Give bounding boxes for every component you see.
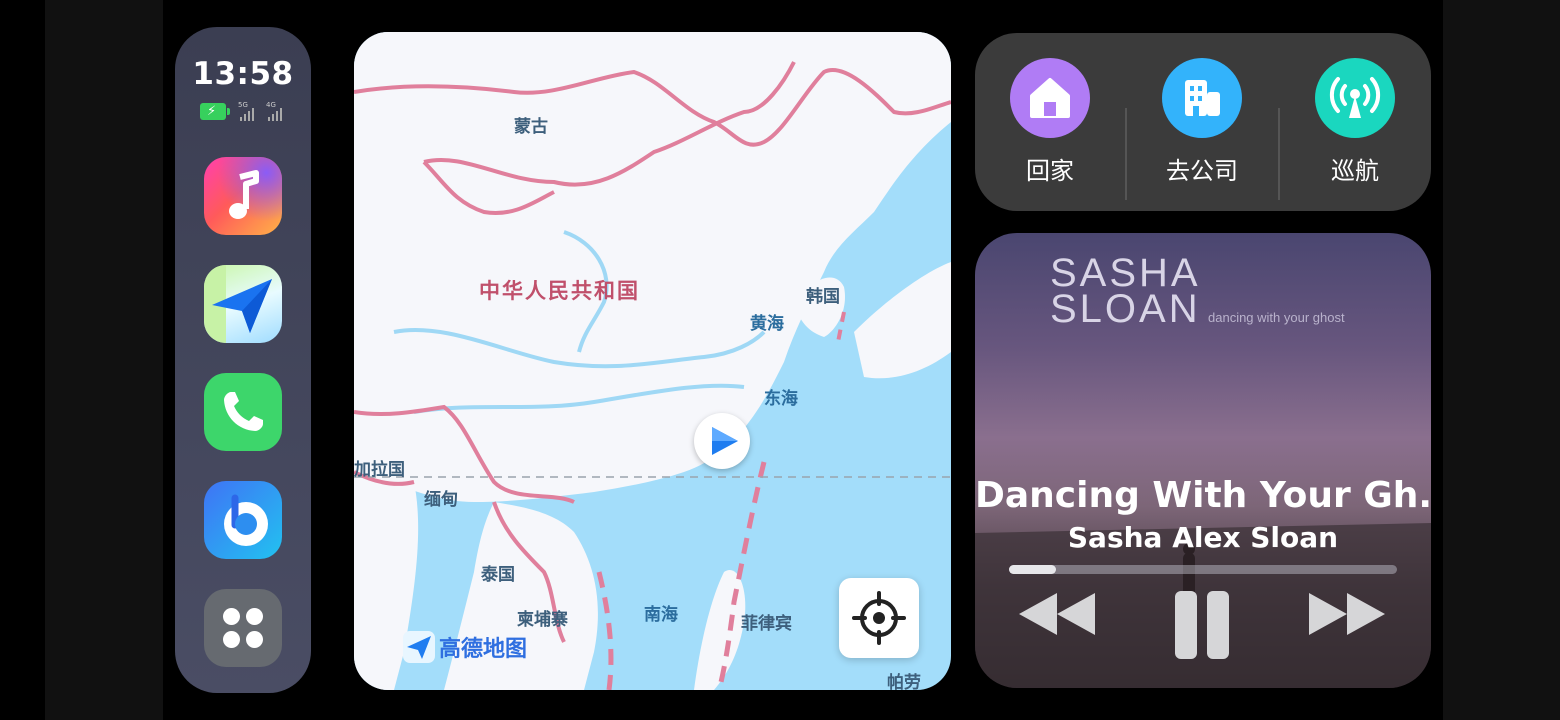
album-art-title-line-2: SLOAN [1050,287,1201,331]
rewind-icon [1019,593,1095,635]
fast-forward-button[interactable] [1307,589,1387,643]
go-home-label: 回家 [1026,157,1074,185]
map-label-korea: 韩国 [806,287,840,307]
all-apps-button[interactable] [204,589,282,667]
go-to-office-label: 去公司 [1166,157,1238,185]
map-label-philippines: 菲律宾 [741,614,792,634]
map-label-thailand: 泰国 [481,565,515,585]
album-art-title-line-1: SASHA [1050,251,1201,295]
map-label-east-sea: 东海 [764,389,798,409]
rewind-button[interactable] [1017,589,1097,643]
pause-icon [1175,591,1229,659]
artist-name: Sasha Alex Sloan [1067,521,1339,554]
crosshair-locate-icon [852,591,906,645]
amap-logo-icon [403,631,435,663]
clock: 13:58 [192,56,294,92]
left-margin [45,0,163,720]
amap-logo-text: 高德地图 [439,637,528,662]
album-art-subtitle: dancing with your ghost [1208,310,1345,325]
map-label-mongolia: 蒙古 [514,117,548,137]
map-label-cambodia: 柬埔寨 [517,610,568,630]
broadcast-tower-icon [1315,58,1395,138]
map-label-palau: 帕劳 [887,673,921,690]
right-margin [1443,0,1560,720]
phone-handset-icon [224,392,263,431]
map-label-china: 中华人民共和国 [479,279,640,303]
cruise-label: 巡航 [1331,157,1379,185]
map-label-myanmar: 缅甸 [424,490,458,510]
pause-button[interactable] [1173,589,1233,665]
music-note-icon [229,170,259,219]
signal-4g-icon: 4G [266,101,288,121]
playback-progress-bar[interactable] [1009,565,1397,574]
signal-5g-icon: 5G [238,101,260,121]
navigation-arrow-icon [694,413,750,469]
map-label-bangladesh: 加拉国 [354,460,405,480]
battery-charging-icon: ⚡ [200,103,230,120]
shortcut-divider [1278,108,1280,200]
music-app-button[interactable] [204,157,282,235]
phone-app-button[interactable] [204,373,282,451]
now-playing-card[interactable]: SASHA SLOAN dancing with your ghost Danc… [975,233,1431,688]
assistant-app-button[interactable] [204,481,282,559]
locate-me-button[interactable] [839,578,919,658]
navigation-app-button[interactable] [204,265,282,343]
shortcut-divider [1125,108,1127,200]
playback-progress-fill [1009,565,1056,574]
office-building-icon [1162,58,1242,138]
amap-logo: 高德地图 [403,631,527,663]
map-label-yellow-sea: 黄海 [750,314,784,334]
left-bezel [0,0,45,720]
album-art-title: SASHA SLOAN [1050,251,1201,331]
fast-forward-icon [1309,593,1385,635]
paper-plane-icon [204,265,272,343]
go-home-shortcut[interactable]: 回家 [1000,33,1100,211]
four-dots-icon [223,608,263,648]
go-to-office-shortcut[interactable]: 去公司 [1152,33,1252,211]
song-title: Dancing With Your Gh... [975,475,1431,516]
map-label-south-sea: 南海 [644,605,678,625]
home-icon [1010,58,1090,138]
letter-b-icon [224,494,268,546]
cruise-shortcut[interactable]: 巡航 [1305,33,1405,211]
